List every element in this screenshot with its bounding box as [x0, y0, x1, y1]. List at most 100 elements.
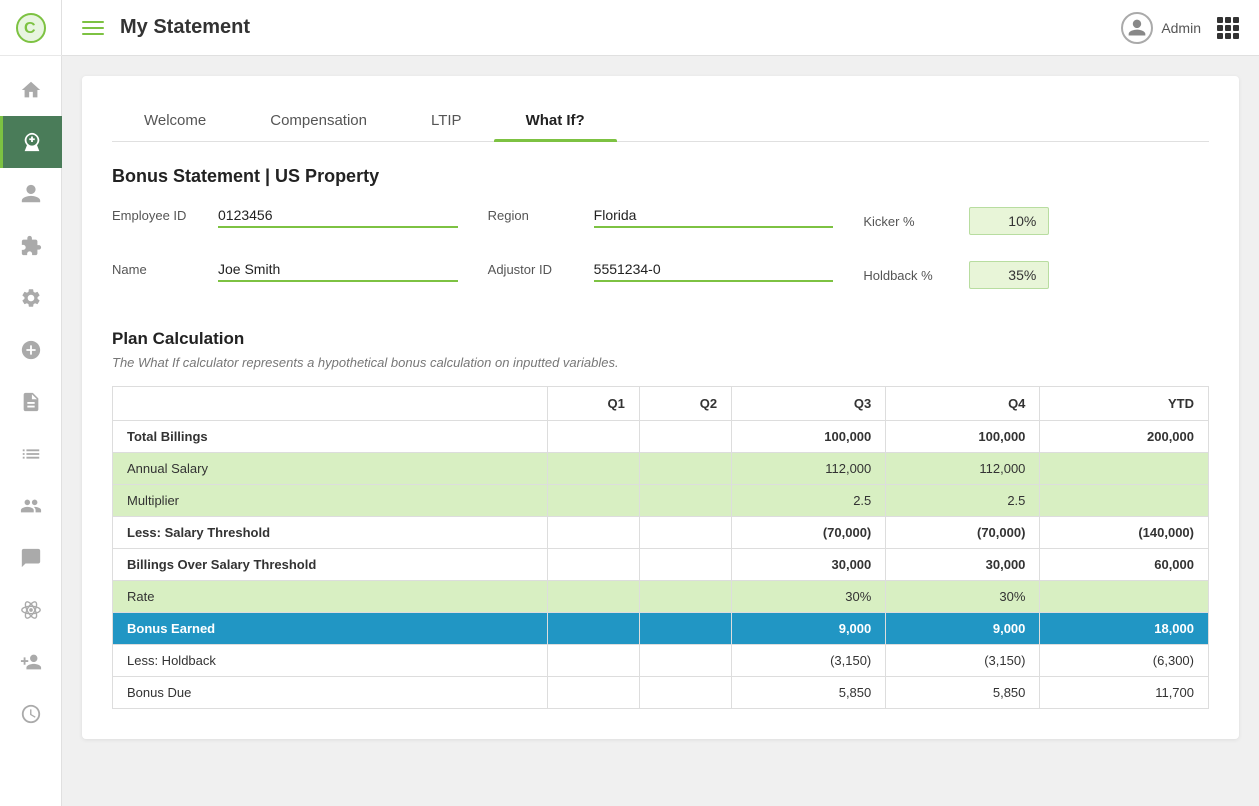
table-row: Less: Holdback(3,150)(3,150)(6,300) [113, 645, 1209, 677]
cell-ytd [1040, 485, 1209, 517]
tab-ltip[interactable]: LTIP [399, 100, 494, 141]
tab-what-if[interactable]: What If? [494, 100, 617, 141]
col-header-label [113, 387, 548, 421]
tab-compensation[interactable]: Compensation [238, 100, 399, 141]
main-area: My Statement Admin Welcome Compensation … [62, 0, 1259, 806]
cell-ytd: 18,000 [1040, 613, 1209, 645]
cell-q1 [547, 645, 639, 677]
adjustor-field: Adjustor ID 5551234-0 [488, 261, 834, 289]
sidebar-item-document[interactable] [0, 376, 62, 428]
cell-ytd: (6,300) [1040, 645, 1209, 677]
cell-q4: 30% [886, 581, 1040, 613]
cell-q3: (70,000) [732, 517, 886, 549]
adjustor-label: Adjustor ID [488, 262, 578, 277]
home-icon [20, 79, 42, 101]
cell-q3: 30% [732, 581, 886, 613]
cell-q4: 5,850 [886, 677, 1040, 709]
sidebar: C [0, 0, 62, 806]
name-field: Name Joe Smith [112, 261, 458, 289]
settings-icon [20, 287, 42, 309]
table-row: Bonus Due5,8505,85011,700 [113, 677, 1209, 709]
person-add-icon [20, 651, 42, 673]
cell-label: Multiplier [113, 485, 548, 517]
cell-label: Total Billings [113, 421, 548, 453]
cell-q1 [547, 549, 639, 581]
employee-id-field: Employee ID 0123456 [112, 207, 458, 235]
cell-q3: 100,000 [732, 421, 886, 453]
sidebar-item-list[interactable] [0, 428, 62, 480]
sidebar-item-home[interactable] [0, 64, 62, 116]
sidebar-item-person-add[interactable] [0, 636, 62, 688]
cell-q4: 112,000 [886, 453, 1040, 485]
cell-q4: (70,000) [886, 517, 1040, 549]
menu-button[interactable] [82, 21, 104, 35]
region-field: Region Florida [488, 207, 834, 235]
sidebar-item-add[interactable] [0, 324, 62, 376]
team-icon [20, 495, 42, 517]
sidebar-item-person[interactable] [0, 168, 62, 220]
col-header-q2: Q2 [639, 387, 731, 421]
table-row: Annual Salary 112,000112,000 [113, 453, 1209, 485]
tab-bar: Welcome Compensation LTIP What If? [112, 100, 1209, 142]
cell-label: Annual Salary [113, 453, 548, 485]
cell-label: Bonus Earned [113, 613, 548, 645]
cell-q1 [547, 581, 639, 613]
cell-label: Billings Over Salary Threshold [113, 549, 548, 581]
cell-q2 [639, 581, 731, 613]
cell-q2 [639, 549, 731, 581]
cell-q3: 5,850 [732, 677, 886, 709]
kicker-value[interactable]: 10% [969, 207, 1049, 235]
cell-q3: 112,000 [732, 453, 886, 485]
document-icon [20, 391, 42, 413]
page-title: My Statement [120, 16, 1105, 39]
employee-id-value: 0123456 [218, 207, 458, 228]
logo-icon: C [15, 12, 47, 44]
plan-subtitle: The What If calculator represents a hypo… [112, 355, 1209, 370]
app-logo[interactable]: C [0, 0, 62, 56]
form-section: Employee ID 0123456 Region Florida Kicke… [112, 207, 1209, 301]
holdback-label: Holdback % [863, 268, 953, 283]
user-name: Admin [1161, 20, 1201, 36]
cell-q2 [639, 677, 731, 709]
avatar [1121, 12, 1153, 44]
cell-q4: 30,000 [886, 549, 1040, 581]
tab-welcome[interactable]: Welcome [112, 100, 238, 141]
cell-label: Less: Holdback [113, 645, 548, 677]
sidebar-nav [0, 56, 61, 806]
name-label: Name [112, 262, 202, 277]
sidebar-item-team[interactable] [0, 480, 62, 532]
table-row: Less: Salary Threshold(70,000)(70,000)(1… [113, 517, 1209, 549]
person-icon [20, 183, 42, 205]
user-menu[interactable]: Admin [1121, 12, 1201, 44]
sidebar-item-org-chart[interactable] [0, 116, 62, 168]
atom-icon [20, 599, 42, 621]
plan-title: Plan Calculation [112, 329, 1209, 349]
cell-ytd: (140,000) [1040, 517, 1209, 549]
col-header-q1: Q1 [547, 387, 639, 421]
cell-q1 [547, 613, 639, 645]
cell-q2 [639, 517, 731, 549]
sidebar-item-clock[interactable] [0, 688, 62, 740]
content-area: Welcome Compensation LTIP What If? Bonus… [62, 56, 1259, 806]
kicker-label: Kicker % [863, 214, 953, 229]
cell-q3: 9,000 [732, 613, 886, 645]
add-circle-icon [20, 339, 42, 361]
holdback-value[interactable]: 35% [969, 261, 1049, 289]
chat-icon [20, 547, 42, 569]
sidebar-item-puzzle[interactable] [0, 220, 62, 272]
cell-q4: 100,000 [886, 421, 1040, 453]
cell-q4: 2.5 [886, 485, 1040, 517]
cell-q2 [639, 453, 731, 485]
sidebar-item-settings[interactable] [0, 272, 62, 324]
cell-label: Less: Salary Threshold [113, 517, 548, 549]
app-grid-button[interactable] [1217, 17, 1239, 39]
sidebar-item-atom[interactable] [0, 584, 62, 636]
cell-q3: 30,000 [732, 549, 886, 581]
main-card: Welcome Compensation LTIP What If? Bonus… [82, 76, 1239, 739]
org-chart-icon [21, 131, 43, 153]
cell-ytd: 11,700 [1040, 677, 1209, 709]
cell-q3: 2.5 [732, 485, 886, 517]
topbar: My Statement Admin [62, 0, 1259, 56]
section-title: Bonus Statement | US Property [112, 166, 1209, 187]
sidebar-item-chat[interactable] [0, 532, 62, 584]
